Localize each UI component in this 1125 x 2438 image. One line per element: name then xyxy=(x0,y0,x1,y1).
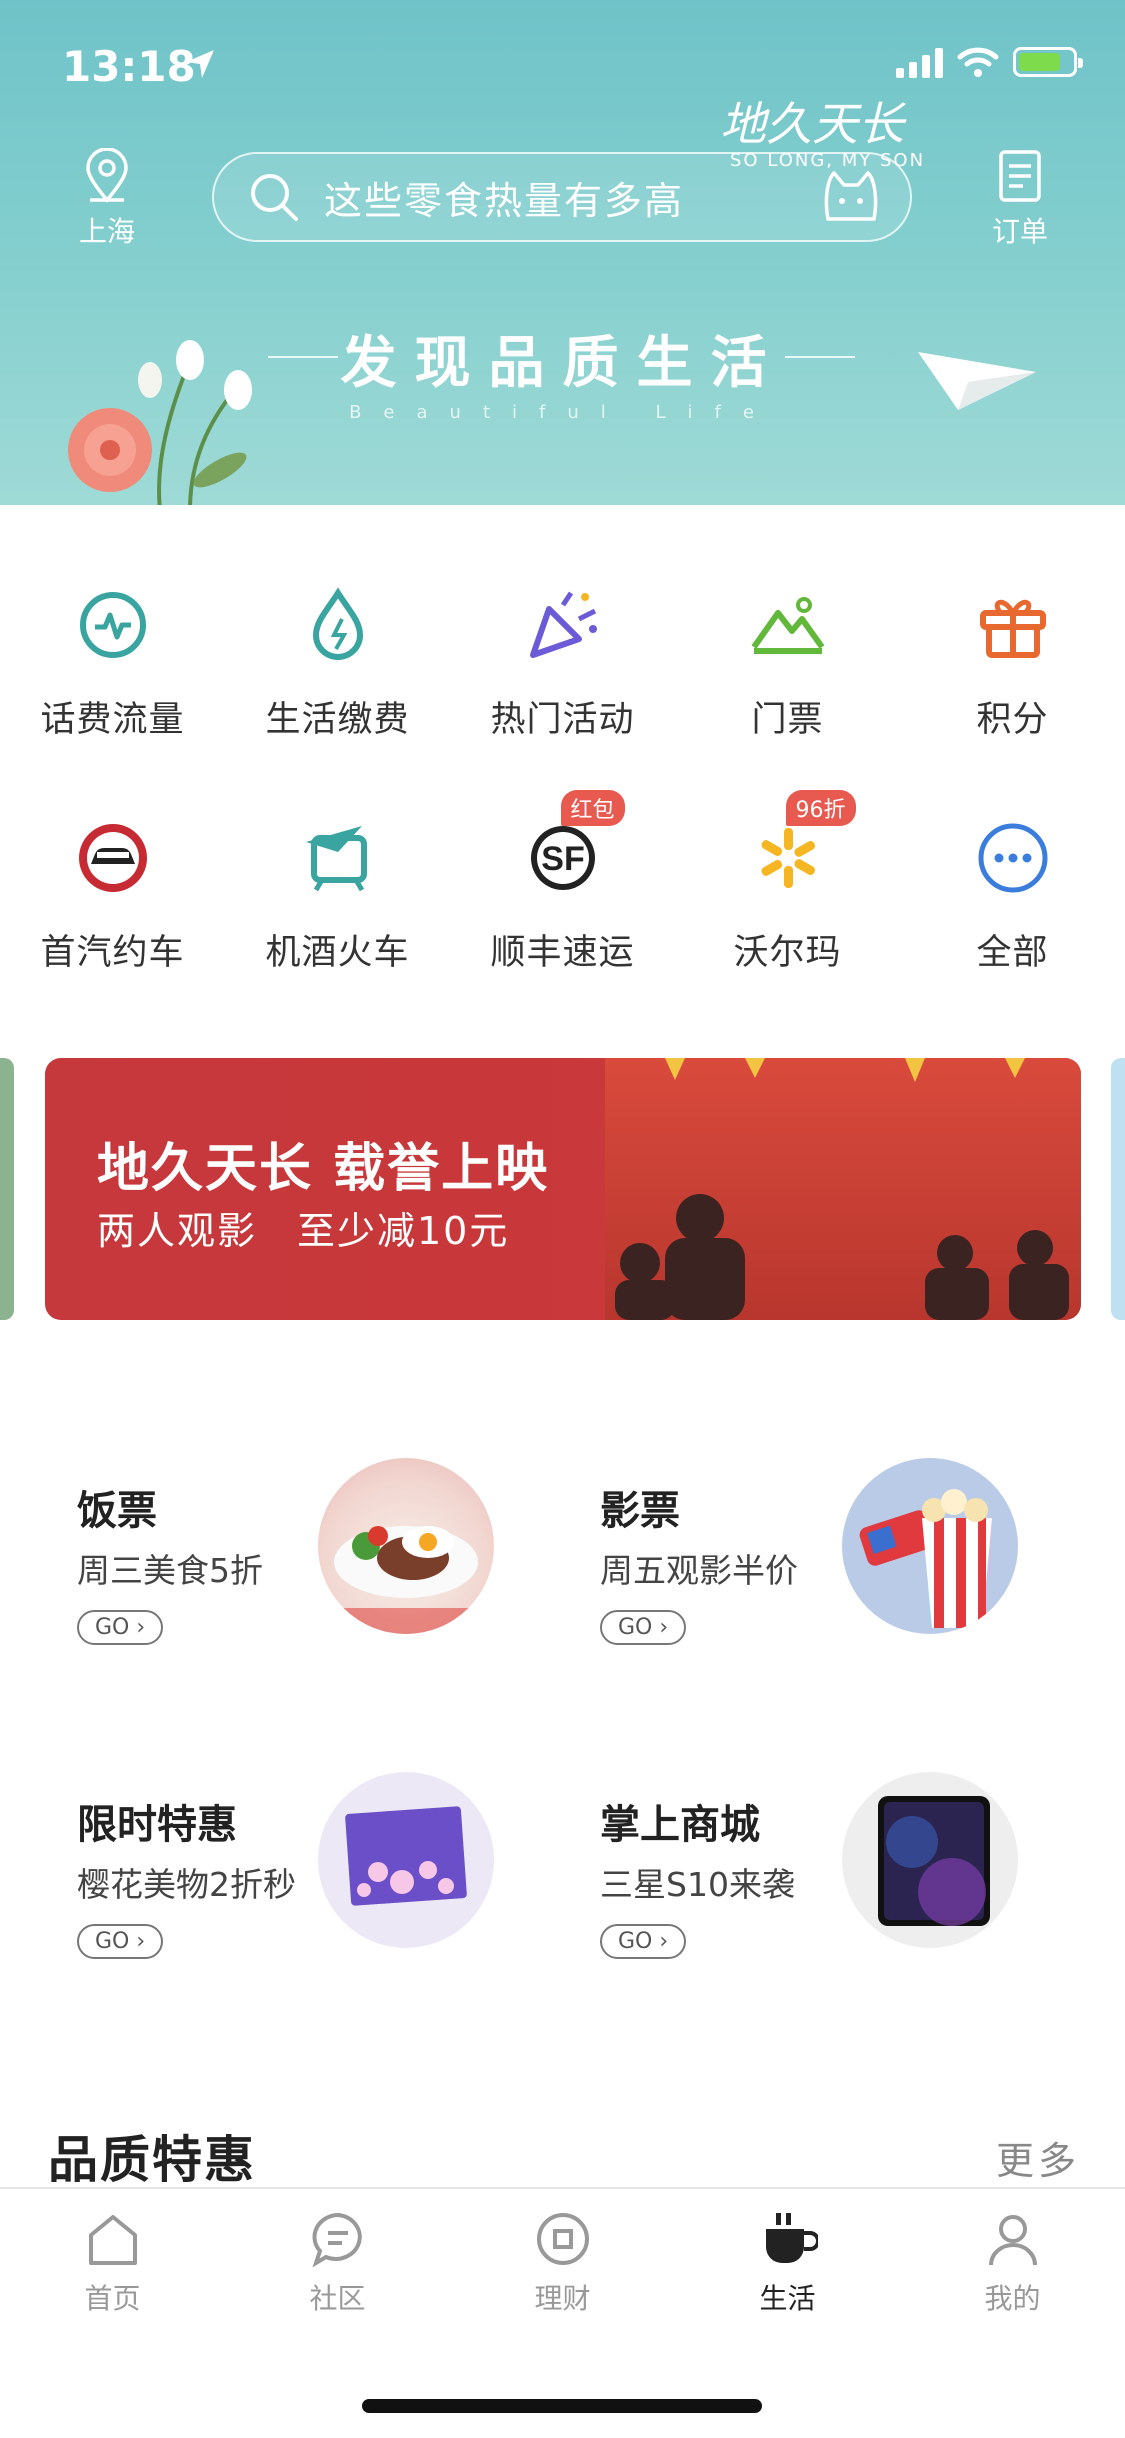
cat-mascot-icon[interactable] xyxy=(820,167,882,227)
tab-label: 社区 xyxy=(309,2282,366,2315)
poster-subtitle: SO LONG, MY SON xyxy=(730,150,926,171)
tab-label: 理财 xyxy=(534,2282,591,2315)
promo-card-movie[interactable]: 影票 周五观影半价 GO › xyxy=(600,1478,798,1645)
go-button[interactable]: GO › xyxy=(600,1924,687,1959)
smartphone-image xyxy=(842,1772,1018,1948)
service-tickets[interactable]: 门票 xyxy=(675,585,900,742)
battery-icon xyxy=(1013,47,1083,77)
pulse-icon xyxy=(79,592,146,658)
mountain-icon xyxy=(751,597,824,654)
service-label: 门票 xyxy=(751,700,824,740)
go-button[interactable]: GO › xyxy=(77,1610,164,1645)
service-label: 生活缴费 xyxy=(265,700,410,740)
promo-badge: 96折 xyxy=(785,790,856,826)
promo-subtitle: 樱花美物2折秒 xyxy=(77,1865,296,1904)
chat-icon xyxy=(311,2212,362,2268)
home-indicator[interactable] xyxy=(362,2399,762,2413)
location-label: 上海 xyxy=(78,215,135,248)
search-icon xyxy=(251,174,298,221)
banner-title: 地久天长 载誉上映 xyxy=(97,1139,550,1199)
tab-label: 首页 xyxy=(84,2282,141,2315)
coin-icon xyxy=(536,2213,589,2265)
status-time: 13:18 xyxy=(62,42,196,91)
orders-label: 订单 xyxy=(991,215,1048,248)
search-placeholder: 这些零食热量有多高 xyxy=(324,178,685,223)
movie-poster xyxy=(605,1058,1081,1320)
service-label: 机酒火车 xyxy=(265,933,410,973)
header-slogan-subtitle: Beautiful Life xyxy=(349,402,776,423)
service-label: 热门活动 xyxy=(490,700,635,740)
walmart-spark-icon xyxy=(760,828,815,888)
sakura-box-image xyxy=(318,1772,494,1948)
service-points[interactable]: 积分 xyxy=(900,585,1125,742)
tab-label: 我的 xyxy=(984,2282,1041,2315)
promo-subtitle: 三星S10来袭 xyxy=(600,1865,795,1904)
promo-card-flash-sale[interactable]: 限时特惠 樱花美物2折秒 GO › xyxy=(77,1792,296,1959)
coffee-cup-icon xyxy=(765,2213,820,2263)
service-label: 首汽约车 xyxy=(40,933,185,973)
service-walmart[interactable]: 96折 沃尔玛 xyxy=(675,790,900,975)
promo-title: 掌上商城 xyxy=(600,1802,760,1848)
promo-subtitle: 周三美食5折 xyxy=(77,1551,263,1590)
svg-text:SF: SF xyxy=(541,840,584,878)
promo-badge: 红包 xyxy=(560,790,625,826)
promo-title: 饭票 xyxy=(77,1488,157,1534)
service-label: 积分 xyxy=(976,700,1049,740)
car-icon xyxy=(78,824,147,892)
service-phone-data[interactable]: 话费流量 xyxy=(0,585,225,742)
popcorn-image xyxy=(842,1458,1018,1634)
location-arrow-icon xyxy=(186,50,214,78)
carousel-prev-peek[interactable] xyxy=(0,1058,14,1320)
header-slogan: 发现品质生活 xyxy=(340,331,785,396)
go-button[interactable]: GO › xyxy=(77,1924,164,1959)
promo-title: 影票 xyxy=(600,1488,680,1534)
water-drop-icon xyxy=(312,587,363,660)
tab-home[interactable]: 首页 xyxy=(0,2209,225,2317)
tab-profile[interactable]: 我的 xyxy=(900,2209,1125,2317)
poster-crowd xyxy=(615,1058,1069,1320)
plane-train-icon xyxy=(305,826,367,892)
service-label: 沃尔玛 xyxy=(733,933,842,973)
service-utilities[interactable]: 生活缴费 xyxy=(225,585,450,742)
orders-icon xyxy=(999,150,1041,202)
movie-promo-banner[interactable]: 地久天长 载誉上映 两人观影 至少减10元 xyxy=(45,1058,1081,1320)
slogan-divider-right xyxy=(785,356,855,358)
promo-title: 限时特惠 xyxy=(77,1802,237,1848)
service-label: 全部 xyxy=(976,933,1049,973)
orders-button[interactable]: 订单 xyxy=(980,148,1060,250)
sf-logo-icon: SF xyxy=(530,826,595,890)
go-button[interactable]: GO › xyxy=(600,1610,687,1645)
section-title: 品质特惠 xyxy=(48,2131,256,2189)
service-sf-express[interactable]: SF 红包 顺丰速运 xyxy=(450,790,675,975)
home-icon xyxy=(88,2215,137,2265)
signal-icon xyxy=(896,46,943,78)
service-label: 话费流量 xyxy=(40,700,185,740)
service-all[interactable]: 全部 xyxy=(900,818,1125,975)
promo-card-meal[interactable]: 饭票 周三美食5折 GO › xyxy=(77,1478,263,1645)
poster-title: 地久天长 xyxy=(720,97,904,151)
tab-label: 生活 xyxy=(759,2282,816,2315)
carousel-next-peek[interactable] xyxy=(1111,1058,1125,1320)
party-popper-icon xyxy=(529,591,597,658)
tab-finance[interactable]: 理财 xyxy=(450,2209,675,2317)
location-pin-icon xyxy=(86,147,128,203)
service-travel[interactable]: 机酒火车 xyxy=(225,818,450,975)
person-icon xyxy=(988,2215,1037,2266)
promo-subtitle: 周五观影半价 xyxy=(600,1551,798,1590)
promo-card-mall[interactable]: 掌上商城 三星S10来袭 GO › xyxy=(600,1792,795,1959)
service-events[interactable]: 热门活动 xyxy=(450,585,675,742)
food-plate-image xyxy=(318,1458,494,1634)
service-car-hailing[interactable]: 首汽约车 xyxy=(0,818,225,975)
banner-subtitle: 两人观影 至少减10元 xyxy=(97,1209,510,1253)
tab-community[interactable]: 社区 xyxy=(225,2209,450,2317)
status-indicators xyxy=(896,46,1083,78)
gift-icon xyxy=(979,599,1046,658)
more-dots-icon xyxy=(978,823,1047,893)
tab-life[interactable]: 生活 xyxy=(675,2209,900,2317)
service-label: 顺丰速运 xyxy=(490,933,635,973)
more-link[interactable]: 更多 xyxy=(996,2130,1080,2185)
wifi-icon xyxy=(957,47,999,77)
location-selector[interactable]: 上海 xyxy=(62,147,152,250)
